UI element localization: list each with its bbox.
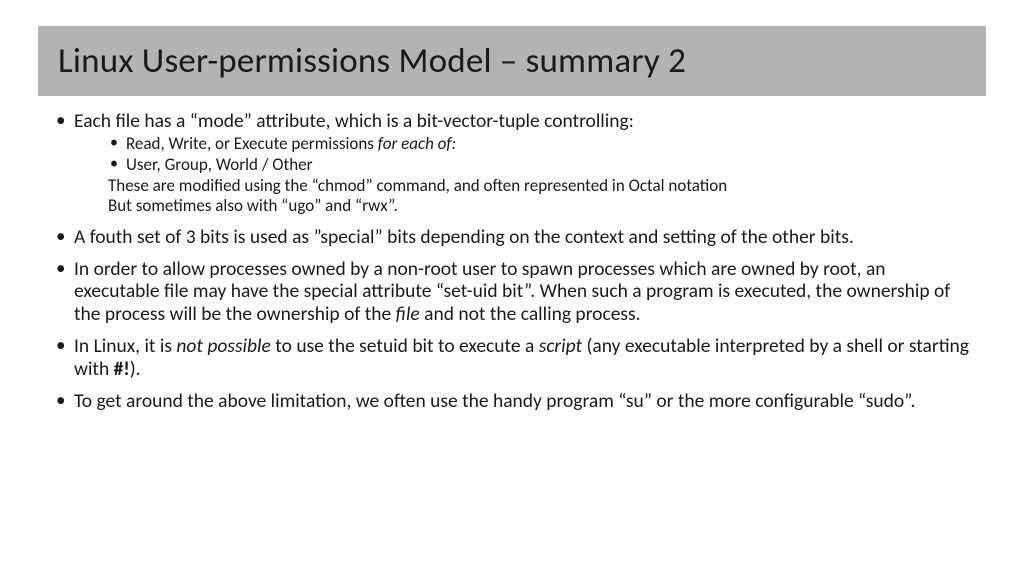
- bullet-text-a: In Linux, it is: [74, 334, 176, 358]
- sub-text: Read, Write, or Execute permissions: [126, 133, 378, 154]
- slide: Linux User-permissions Model – summary 2…: [0, 26, 1024, 576]
- sub-em: for each of:: [378, 133, 456, 154]
- sub-bullet-rwx: Read, Write, or Execute permissions for …: [108, 134, 972, 154]
- bullet-not-possible: In Linux, it is not possible to use the …: [52, 335, 972, 380]
- bullet-text: A fouth set of 3 bits is used as ”specia…: [74, 225, 854, 249]
- bullet-bold-shebang: #!: [114, 357, 130, 381]
- bullet-text-d: ).: [130, 357, 141, 381]
- sub-bullet-ugw: User, Group, World / Other: [108, 155, 972, 175]
- bullet-su-sudo: To get around the above limitation, we o…: [52, 390, 972, 412]
- sub-line-ugo: But sometimes also with “ugo” and “rwx”.: [108, 196, 972, 216]
- bullet-mode-attr: Each file has a “mode” attribute, which …: [52, 110, 972, 216]
- slide-title: Linux User-permissions Model – summary 2: [58, 40, 966, 82]
- sub-text: But sometimes also with “ugo” and “rwx”.: [108, 195, 398, 216]
- bullet-text: Each file has a “mode” attribute, which …: [74, 109, 634, 133]
- bullet-em-np: not possible: [176, 334, 270, 358]
- title-bar: Linux User-permissions Model – summary 2: [38, 26, 986, 96]
- bullet-special-bits: A fouth set of 3 bits is used as ”specia…: [52, 226, 972, 248]
- sub-text: These are modified using the “chmod” com…: [108, 175, 727, 196]
- bullet-text: To get around the above limitation, we o…: [74, 389, 915, 413]
- bullet-text-b: to use the setuid bit to execute a: [275, 334, 538, 358]
- slide-body: Each file has a “mode” attribute, which …: [0, 96, 1024, 413]
- bullet-text-b: and not the calling process.: [424, 302, 640, 326]
- bullet-em-script: script: [539, 334, 582, 358]
- bullet-setuid: In order to allow processes owned by a n…: [52, 258, 972, 325]
- sub-line-chmod: These are modified using the “chmod” com…: [108, 176, 972, 196]
- bullet-em-file: file: [396, 302, 420, 326]
- sub-text: User, Group, World / Other: [126, 154, 313, 175]
